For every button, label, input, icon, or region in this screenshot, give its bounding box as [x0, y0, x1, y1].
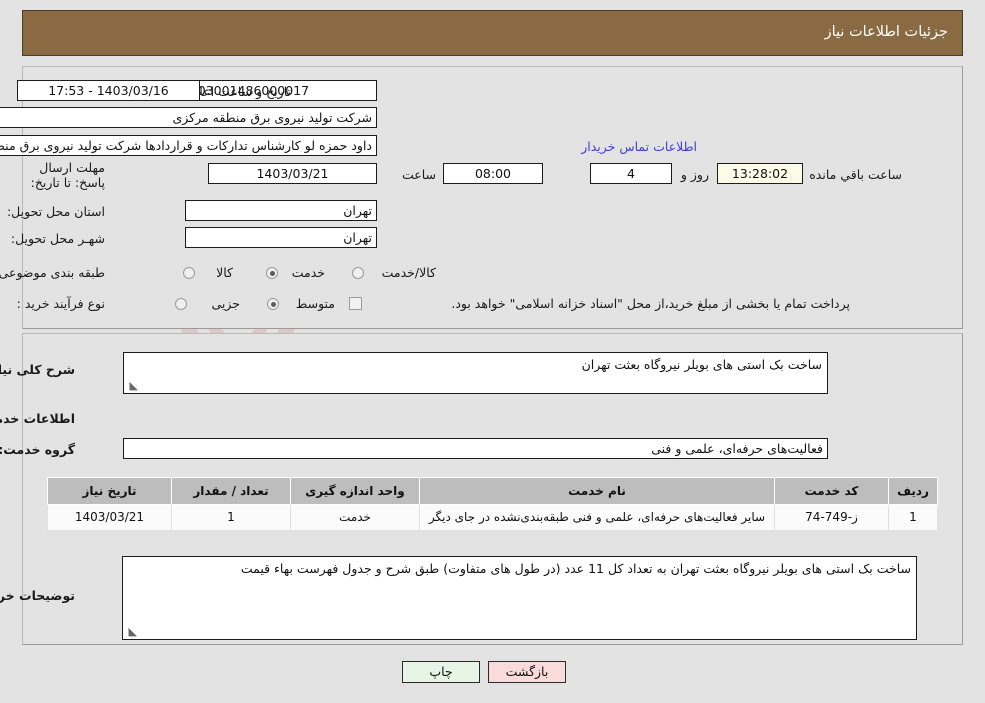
- radio-category-khedmat-label: خدمت: [291, 265, 325, 280]
- delivery-city-value: تهران: [185, 227, 377, 248]
- page-title: جزئیات اطلاعات نیاز: [824, 24, 948, 40]
- buyer-org-value: شرکت تولید نیروی برق منطقه مرکزی: [0, 107, 377, 128]
- table-row: 1 ز-749-74 سایر فعالیت‌های حرفه‌ای، علمی…: [47, 504, 938, 531]
- need-summary-value: ساخت بک استی های بویلر نیروگاه بعثت تهرا…: [581, 357, 822, 372]
- remaining-days-value: 4: [590, 163, 672, 184]
- radio-process-jozei[interactable]: [175, 298, 187, 310]
- buyer-contact-link[interactable]: اطلاعات تماس خریدار: [581, 139, 697, 154]
- print-button[interactable]: چاپ: [402, 661, 480, 683]
- need-info-panel: [22, 66, 963, 329]
- treasury-bond-checkbox[interactable]: [349, 297, 362, 310]
- subject-category-label: طبقه بندی موضوعی:: [0, 265, 105, 280]
- cell-date: 1403/03/21: [47, 504, 172, 531]
- requester-value: داود حمزه لو کارشناس تدارکات و قراردادها…: [0, 135, 377, 156]
- page-header-bar: جزئیات اطلاعات نیاز: [22, 10, 963, 56]
- col-code: کد خدمت: [774, 477, 889, 505]
- need-summary-textarea[interactable]: ساخت بک استی های بویلر نیروگاه بعثت تهرا…: [123, 352, 828, 394]
- services-heading: اطلاعات خدمات مورد نیاز: [0, 411, 75, 426]
- purchase-process-label: نوع فرآیند خرید :: [16, 296, 105, 311]
- radio-category-kala[interactable]: [183, 267, 195, 279]
- service-group-label: گروه خدمت:: [0, 442, 75, 457]
- col-name: نام خدمت: [419, 477, 775, 505]
- deadline-label: مهلت ارسال پاسخ: تا تاریخ:: [30, 160, 105, 190]
- radio-process-jozei-label: جزیی: [211, 296, 240, 311]
- deadline-date-value: 1403/03/21: [208, 163, 377, 184]
- radio-category-kala-khedmat-label: کالا/خدمت: [381, 265, 436, 280]
- countdown-timer-value: 13:28:02: [717, 163, 803, 184]
- col-date: تاریخ نیاز: [47, 477, 172, 505]
- cell-code: ز-749-74: [774, 504, 889, 531]
- public-announce-value: 1403/03/16 - 17:53: [17, 80, 200, 101]
- service-group-value: فعالیت‌های حرفه‌ای، علمی و فنی: [123, 438, 828, 459]
- delivery-city-label: شهـر محل تحویل:: [10, 231, 105, 246]
- deadline-time-value: 08:00: [443, 163, 543, 184]
- radio-category-kala-khedmat[interactable]: [352, 267, 364, 279]
- resize-grip-icon-2[interactable]: ◣: [125, 626, 137, 638]
- buyer-remarks-label: توضیحات خریدار:: [0, 588, 75, 603]
- buyer-remarks-value: ساخت بک استی های بویلر نیروگاه بعثت تهرا…: [240, 561, 911, 576]
- cell-unit: خدمت: [290, 504, 420, 531]
- cell-name: سایر فعالیت‌های حرفه‌ای، علمی و فنی طبقه…: [419, 504, 775, 531]
- resize-grip-icon[interactable]: ◣: [126, 380, 138, 392]
- table-header-row: ردیف کد خدمت نام خدمت واحد اندازه گیری ت…: [47, 477, 938, 505]
- back-button[interactable]: بازگشت: [488, 661, 566, 683]
- delivery-province-value: تهران: [185, 200, 377, 221]
- remaining-days-label: روز و: [680, 167, 709, 182]
- col-radif: ردیف: [888, 477, 938, 505]
- radio-process-motavaset[interactable]: [267, 298, 279, 310]
- col-quantity: تعداد / مقدار: [171, 477, 291, 505]
- radio-category-kala-label: کالا: [216, 265, 233, 280]
- deadline-hour-label: ساعت: [401, 167, 436, 182]
- buyer-remarks-textarea[interactable]: ساخت بک استی های بویلر نیروگاه بعثت تهرا…: [122, 556, 917, 640]
- radio-category-khedmat[interactable]: [266, 267, 278, 279]
- services-table: ردیف کد خدمت نام خدمت واحد اندازه گیری ت…: [47, 477, 938, 531]
- delivery-province-label: استان محل تحویل:: [6, 204, 105, 219]
- need-summary-label: شرح کلی نیاز:: [0, 362, 75, 377]
- page-root: AriaTender.net جزئیات اطلاعات نیاز شماره…: [0, 0, 985, 703]
- treasury-bond-note: پرداخت تمام یا بخشی از مبلغ خرید،از محل …: [451, 296, 850, 311]
- cell-radif: 1: [888, 504, 938, 531]
- radio-process-motavaset-label: متوسط: [295, 296, 335, 311]
- col-unit: واحد اندازه گیری: [290, 477, 420, 505]
- countdown-label: ساعت باقي مانده: [809, 167, 902, 182]
- cell-quantity: 1: [171, 504, 291, 531]
